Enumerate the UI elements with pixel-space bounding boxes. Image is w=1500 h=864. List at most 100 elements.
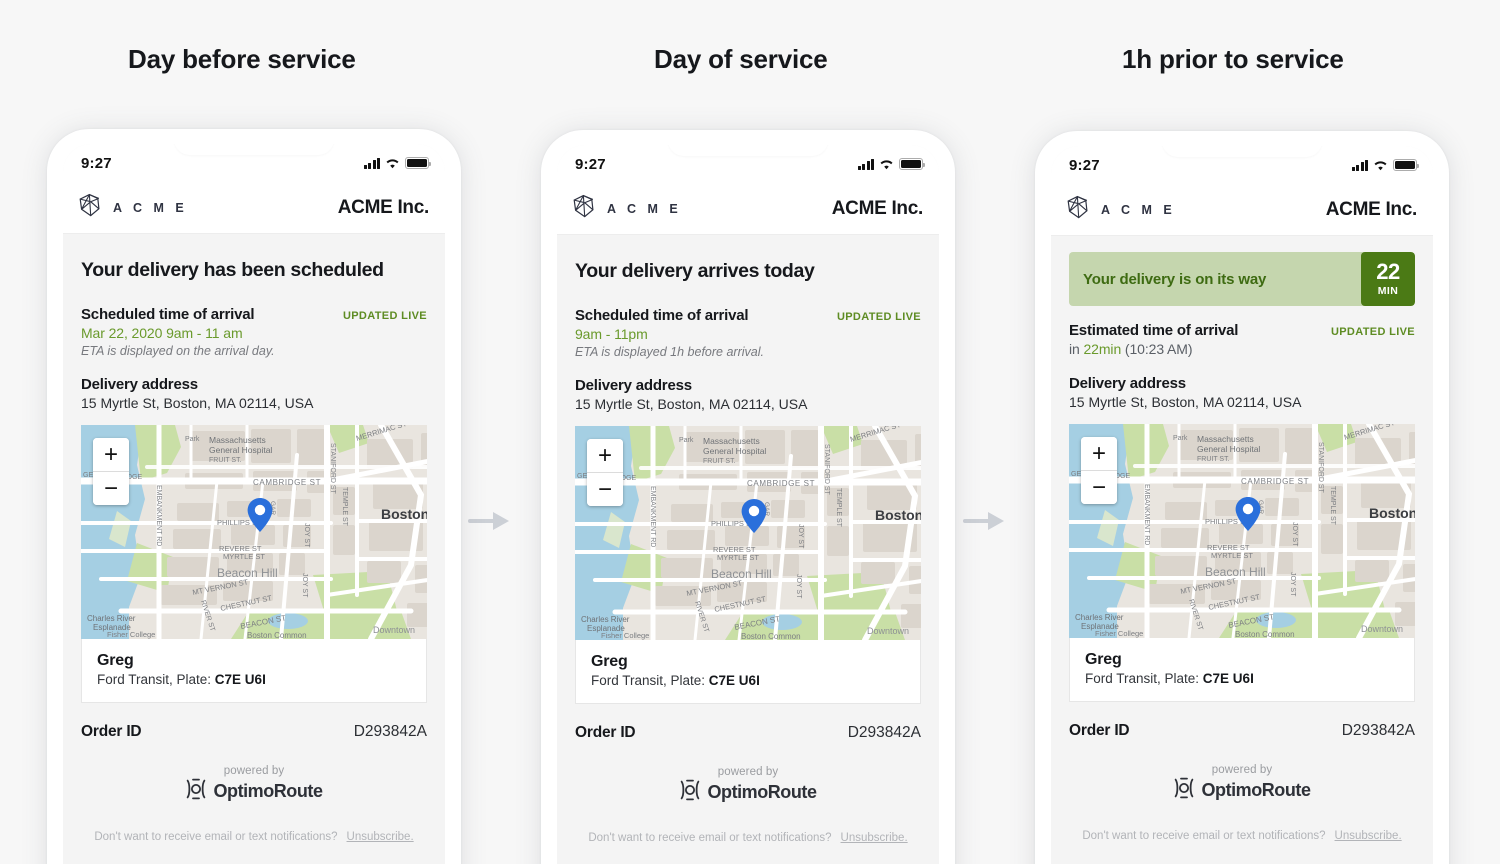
svg-text:Fisher College: Fisher College <box>601 631 649 640</box>
vehicle-plate: C7E U6I <box>708 673 760 688</box>
delivery-map[interactable]: Park Massachusetts General Hospital FRUI… <box>1069 424 1415 638</box>
svg-text:Park: Park <box>185 436 200 443</box>
map-zoom-out-button[interactable]: − <box>1081 471 1117 504</box>
phone-notch <box>174 144 334 155</box>
svg-text:MYRTLE ST: MYRTLE ST <box>717 553 759 562</box>
delivery-address-title: Delivery address <box>81 376 198 393</box>
product-name: OptimoRoute <box>213 781 323 801</box>
svg-text:Downtown: Downtown <box>373 625 415 635</box>
svg-text:Fisher College: Fisher College <box>1095 629 1143 638</box>
unsubscribe-link[interactable]: Unsubscribe. <box>347 831 414 843</box>
svg-text:JOY ST: JOY ST <box>301 573 308 598</box>
driver-card: Greg Ford Transit, Plate: C7E U6I <box>1069 638 1415 702</box>
svg-text:Massachusetts: Massachusetts <box>703 436 760 446</box>
svg-text:EMBANKMENT RD: EMBANKMENT RD <box>649 486 656 547</box>
unsubscribe-link[interactable]: Unsubscribe. <box>841 832 908 844</box>
eta-value: in 22min (10:23 AM) <box>1069 341 1415 357</box>
map-zoom-controls[interactable]: + − <box>93 438 129 505</box>
order-id-label: Order ID <box>575 724 636 741</box>
delivery-map[interactable]: Park Massachusetts General Hospital FRUI… <box>81 425 427 639</box>
svg-text:Boston: Boston <box>381 506 427 522</box>
company-name: ACME Inc. <box>831 197 924 219</box>
svg-text:FRUIT ST.: FRUIT ST. <box>209 457 242 464</box>
phone-screen: 9:27 A C M E <box>1051 146 1433 864</box>
battery-full-icon <box>405 157 431 169</box>
svg-text:Downtown: Downtown <box>867 626 909 636</box>
product-name: OptimoRoute <box>1201 780 1311 800</box>
wifi-icon <box>879 159 894 170</box>
map-zoom-in-button[interactable]: + <box>587 439 623 472</box>
svg-text:Park: Park <box>679 437 694 444</box>
brand-wordmark: A C M E <box>1101 202 1176 217</box>
map-card: Park Massachusetts General Hospital FRUI… <box>81 425 427 703</box>
vehicle-plate: C7E U6I <box>1202 671 1254 686</box>
arrow-right-icon <box>468 508 514 534</box>
optimoroute-logo-icon <box>1173 777 1195 804</box>
battery-full-icon <box>1393 159 1419 171</box>
map-zoom-out-button[interactable]: − <box>93 472 129 505</box>
column-title-day-before: Day before service <box>128 44 356 74</box>
updated-live-badge: UPDATED LIVE <box>836 311 921 323</box>
unsubscribe-question: Don't want to receive email or text noti… <box>588 832 832 844</box>
map-zoom-controls[interactable]: + − <box>1081 437 1117 504</box>
svg-text:Charles River: Charles River <box>87 614 136 623</box>
svg-text:Boston Common: Boston Common <box>1235 630 1295 638</box>
driver-vehicle: Ford Transit, Plate: C7E U6I <box>97 672 411 687</box>
svg-text:Downtown: Downtown <box>1361 624 1403 634</box>
wifi-icon <box>1373 160 1388 171</box>
unsubscribe-question: Don't want to receive email or text noti… <box>94 831 338 843</box>
on-its-way-banner: Your delivery is on its way 22 MIN <box>1069 252 1415 306</box>
map-zoom-in-button[interactable]: + <box>1081 437 1117 470</box>
svg-text:GE: GE <box>577 473 587 480</box>
eta-note: ETA is displayed 1h before arrival. <box>575 345 764 359</box>
status-bar: 9:27 <box>63 144 445 182</box>
svg-text:CAMBRIDGE ST: CAMBRIDGE ST <box>253 478 321 487</box>
svg-text:CAMBRIDGE ST: CAMBRIDGE ST <box>747 479 815 488</box>
svg-text:Fisher College: Fisher College <box>107 630 155 639</box>
svg-text:Boston: Boston <box>1369 505 1415 521</box>
delivery-map[interactable]: Park Massachusetts General Hospital FRUI… <box>575 426 921 640</box>
eta-value: 9am - 11pm <box>575 326 648 342</box>
svg-text:JOY ST: JOY ST <box>303 523 310 548</box>
order-id-value: D293842A <box>1341 722 1415 739</box>
arrow-right-icon <box>963 508 1009 534</box>
eta-minutes-badge: 22 MIN <box>1361 252 1415 306</box>
cellular-signal-icon <box>1351 159 1368 171</box>
svg-text:JOY ST: JOY ST <box>1289 572 1296 597</box>
svg-text:Beacon Hill: Beacon Hill <box>217 566 278 580</box>
map-zoom-in-button[interactable]: + <box>93 438 129 471</box>
svg-text:STANIFORD ST: STANIFORD ST <box>1317 442 1324 494</box>
acme-gem-logo-icon <box>77 192 103 223</box>
phone-mockup-day-of: 9:27 A C M E ACME Inc. Your delivery arr… <box>541 130 955 864</box>
map-zoom-controls[interactable]: + − <box>587 439 623 506</box>
map-zoom-out-button[interactable]: − <box>587 473 623 506</box>
svg-text:General Hospital: General Hospital <box>1197 444 1260 454</box>
status-time: 9:27 <box>575 155 606 173</box>
acme-gem-logo-icon <box>571 193 597 224</box>
email-body: Your delivery arrives today Scheduled ti… <box>557 235 939 844</box>
unsubscribe-row: Don't want to receive email or text noti… <box>575 832 921 844</box>
svg-text:JOY ST: JOY ST <box>795 574 802 599</box>
email-body: Your delivery is on its way 22 MIN Estim… <box>1051 252 1433 842</box>
svg-text:Boston Common: Boston Common <box>247 631 307 639</box>
svg-text:Massachusetts: Massachusetts <box>1197 434 1254 444</box>
unsubscribe-row: Don't want to receive email or text noti… <box>81 831 427 843</box>
powered-by-label: powered by <box>1211 764 1273 776</box>
powered-by-label: powered by <box>717 766 779 778</box>
phone-notch <box>668 145 828 156</box>
delivery-address-value: 15 Myrtle St, Boston, MA 02114, USA <box>81 395 314 411</box>
vehicle-prefix: Ford Transit, Plate: <box>591 673 709 688</box>
driver-name: Greg <box>591 653 628 670</box>
brand-wordmark: A C M E <box>113 200 188 215</box>
powered-by-label: powered by <box>223 765 285 777</box>
powered-by-block: powered by OptimoRoute <box>575 766 921 806</box>
eta-value: Mar 22, 2020 9am - 11 am <box>81 325 243 341</box>
driver-vehicle: Ford Transit, Plate: C7E U6I <box>591 673 905 688</box>
svg-text:GE: GE <box>1071 471 1081 478</box>
status-time: 9:27 <box>1069 156 1100 174</box>
powered-by-block: powered by OptimoRoute <box>81 765 427 805</box>
unsubscribe-row: Don't want to receive email or text noti… <box>1069 830 1415 842</box>
svg-text:General Hospital: General Hospital <box>703 446 766 456</box>
svg-text:Massachusetts: Massachusetts <box>209 435 266 445</box>
unsubscribe-link[interactable]: Unsubscribe. <box>1335 830 1402 842</box>
